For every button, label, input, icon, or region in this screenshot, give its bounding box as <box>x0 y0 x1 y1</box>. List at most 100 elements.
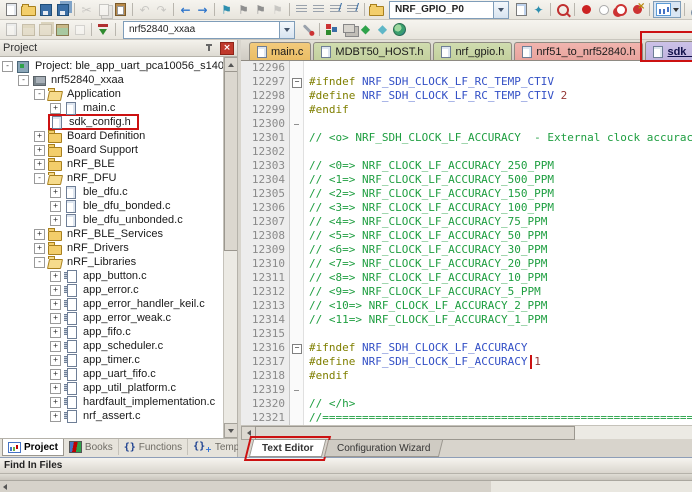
tree-expander[interactable]: + <box>50 285 61 296</box>
editor-hscrollbar[interactable] <box>241 425 692 439</box>
find-hscrollbar[interactable] <box>0 481 491 492</box>
tree-item[interactable]: +app_error.c <box>0 283 224 297</box>
tree-expander[interactable]: + <box>50 369 61 380</box>
incremental-find-button[interactable]: ✦ <box>530 2 547 17</box>
toggle-bookmark-button[interactable]: ⚑ <box>218 2 235 17</box>
target-combo-dropdown[interactable] <box>279 22 294 38</box>
code-line[interactable]: 12305// <2=> NRF_CLOCK_LF_ACCURACY_150_P… <box>241 187 692 201</box>
view-tab-text-editor[interactable]: Text Editor <box>249 440 327 457</box>
function-combo-dropdown[interactable] <box>493 2 508 18</box>
function-select-combo[interactable]: NRF_GPIO_P0 <box>389 1 509 19</box>
scroll-down-button[interactable] <box>224 423 237 438</box>
tree-item[interactable]: -nRF_Libraries <box>0 255 224 269</box>
tree-item[interactable]: +app_fifo.c <box>0 325 224 339</box>
tree-expander[interactable]: + <box>50 355 61 366</box>
tree-item[interactable]: +Board Support <box>0 143 224 157</box>
tree-item[interactable]: -Project: ble_app_uart_pca10056_s140 <box>0 59 224 73</box>
code-line[interactable]: 12297−#ifndef NRF_SDH_CLOCK_LF_RC_TEMP_C… <box>241 75 692 89</box>
close-panel-button[interactable]: × <box>220 42 234 55</box>
manage-books-button[interactable] <box>391 22 408 37</box>
new-file-button[interactable] <box>3 2 20 17</box>
tree-item[interactable]: +nRF_BLE_Services <box>0 227 224 241</box>
analysis-windows-button[interactable] <box>653 1 681 18</box>
tree-item[interactable]: +ble_dfu_unbonded.c <box>0 213 224 227</box>
next-bookmark-button[interactable]: ⚑ <box>252 2 269 17</box>
fold-collapse-icon[interactable]: − <box>292 78 302 88</box>
panel-tab-functions[interactable]: Functions <box>119 439 188 455</box>
redo-button[interactable]: ↷ <box>153 2 170 17</box>
target-select-combo[interactable]: nrf52840_xxaa <box>123 21 295 39</box>
tree-item[interactable]: +app_error_weak.c <box>0 311 224 325</box>
disable-all-breakpoints-button[interactable] <box>612 2 629 17</box>
tree-item[interactable]: -nRF_DFU <box>0 171 224 185</box>
code-line[interactable]: 12298#define NRF_SDH_CLOCK_LF_RC_TEMP_CT… <box>241 89 692 103</box>
tree-expander[interactable]: + <box>50 341 61 352</box>
tree-item[interactable]: -Application <box>0 87 224 101</box>
tree-item[interactable]: +main.c <box>0 101 224 115</box>
tree-expander[interactable]: + <box>50 299 61 310</box>
find-button[interactable] <box>513 2 530 17</box>
doc-tab-main-c[interactable]: main.c <box>249 42 311 60</box>
doc-tab-sdk_config-h[interactable]: sdk_config.h <box>645 41 692 61</box>
code-line[interactable]: 12315 <box>241 327 692 341</box>
download-button[interactable] <box>95 22 112 37</box>
tree-item[interactable]: +app_error_handler_keil.c <box>0 297 224 311</box>
code-line[interactable]: 12321//=================================… <box>241 411 692 425</box>
open-file-button[interactable] <box>20 2 37 17</box>
tree-item[interactable]: sdk_config.h <box>0 115 224 129</box>
tree-expander[interactable]: + <box>34 145 45 156</box>
tree-expander[interactable]: - <box>34 173 45 184</box>
tree-vscrollbar[interactable] <box>223 57 237 438</box>
select-packs-button[interactable]: ◆ <box>374 22 391 37</box>
tree-item[interactable]: +nrf_assert.c <box>0 409 224 423</box>
batch-build-button[interactable] <box>54 22 71 37</box>
tree-item[interactable]: +nRF_BLE <box>0 157 224 171</box>
code-line[interactable]: 12318#endif <box>241 369 692 383</box>
code-line[interactable]: 12310// <7=> NRF_CLOCK_LF_ACCURACY_20_PP… <box>241 257 692 271</box>
comment-button[interactable] <box>327 2 344 17</box>
tree-item[interactable]: +nRF_Drivers <box>0 241 224 255</box>
code-line[interactable]: 12308// <5=> NRF_CLOCK_LF_ACCURACY_50_PP… <box>241 229 692 243</box>
tree-expander[interactable]: + <box>50 187 61 198</box>
doc-tab-MDBT50_HOST-h[interactable]: MDBT50_HOST.h <box>313 42 431 60</box>
code-line[interactable]: 12317#define NRF_SDH_CLOCK_LF_ACCURACY 1 <box>241 355 692 369</box>
code-line[interactable]: 12300 <box>241 117 692 131</box>
navigate-forward-button[interactable]: → <box>194 2 211 17</box>
code-line[interactable]: 12314// <11=> NRF_CLOCK_LF_ACCURACY_1_PP… <box>241 313 692 327</box>
tree-expander[interactable]: - <box>18 75 29 86</box>
tree-item[interactable]: +app_uart_fifo.c <box>0 367 224 381</box>
copy-button[interactable] <box>95 2 112 17</box>
debug-session-button[interactable] <box>554 2 571 17</box>
tree-expander[interactable]: + <box>50 103 61 114</box>
tree-item[interactable]: +app_scheduler.c <box>0 339 224 353</box>
navigate-back-button[interactable]: ← <box>177 2 194 17</box>
rebuild-button[interactable] <box>37 22 54 37</box>
save-all-button[interactable] <box>54 2 71 17</box>
tree-expander[interactable]: + <box>34 229 45 240</box>
tree-expander[interactable]: + <box>50 313 61 324</box>
tree-expander[interactable]: + <box>34 243 45 254</box>
build-button[interactable] <box>20 22 37 37</box>
save-button[interactable] <box>37 2 54 17</box>
pin-icon[interactable] <box>205 43 214 54</box>
scroll-up-button[interactable] <box>224 57 237 72</box>
code-line[interactable]: 12306// <3=> NRF_CLOCK_LF_ACCURACY_100_P… <box>241 201 692 215</box>
code-line[interactable]: 12302 <box>241 145 692 159</box>
tree-expander[interactable]: + <box>34 131 45 142</box>
cut-button[interactable]: ✂ <box>78 2 95 17</box>
clear-bookmarks-button[interactable]: ⚑ <box>269 2 286 17</box>
code-editor[interactable]: 1229612297−#ifndef NRF_SDH_CLOCK_LF_RC_T… <box>241 61 692 425</box>
insert-breakpoint-button[interactable] <box>578 2 595 17</box>
tree-expander[interactable]: + <box>50 411 61 422</box>
tree-expander[interactable]: - <box>2 61 13 72</box>
panel-tab-books[interactable]: Books <box>64 439 119 455</box>
code-line[interactable]: 12320// </h> <box>241 397 692 411</box>
code-line[interactable]: 12313// <10=> NRF_CLOCK_LF_ACCURACY_2_PP… <box>241 299 692 313</box>
tree-expander[interactable]: - <box>34 257 45 268</box>
code-line[interactable]: 12296 <box>241 61 692 75</box>
code-line[interactable]: 12301// <o> NRF_SDH_CLOCK_LF_ACCURACY - … <box>241 131 692 145</box>
tree-item[interactable]: +ble_dfu.c <box>0 185 224 199</box>
undo-button[interactable]: ↶ <box>136 2 153 17</box>
options-for-target-button[interactable] <box>299 22 316 37</box>
tree-expander[interactable]: - <box>34 89 45 100</box>
